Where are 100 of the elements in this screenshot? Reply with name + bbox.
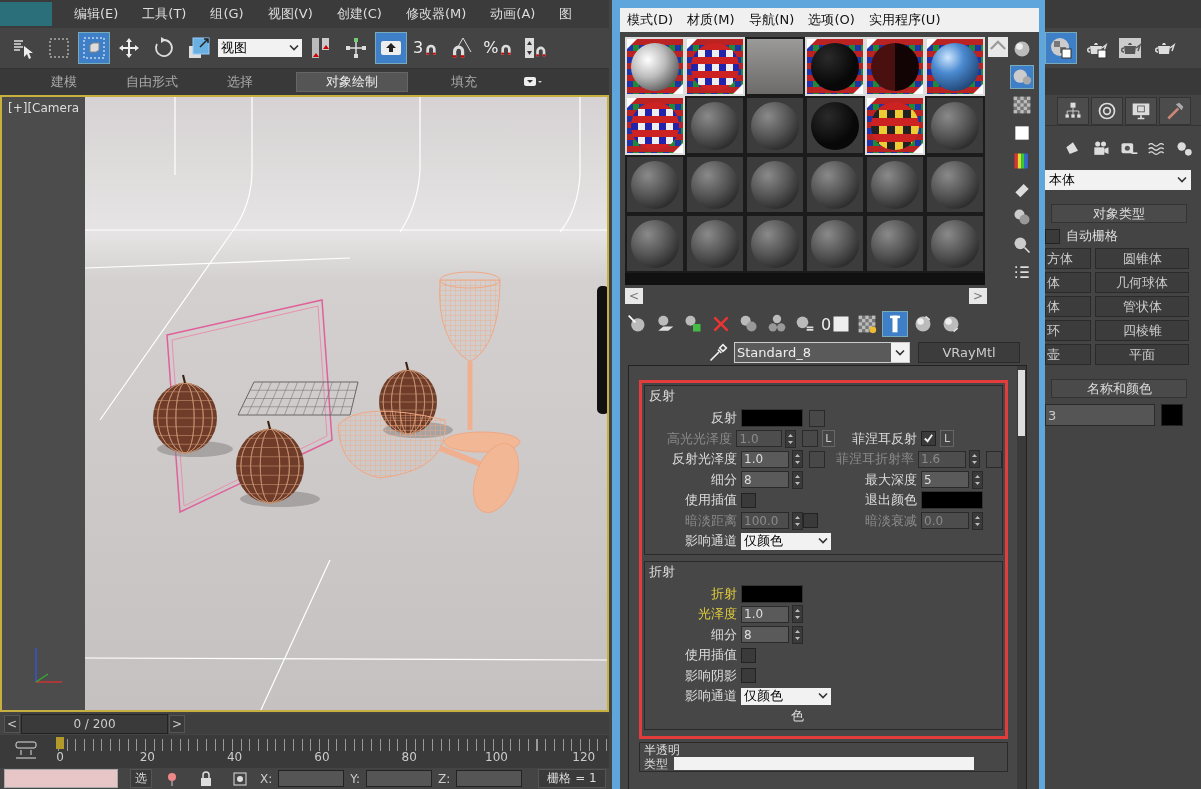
checkbox[interactable] <box>741 492 756 508</box>
checker-sphere-button[interactable] <box>1045 32 1077 64</box>
menu-item[interactable]: 编辑(E) <box>62 4 131 23</box>
category-dropdown[interactable]: 本体 <box>1045 170 1191 190</box>
square-icon <box>1012 123 1032 143</box>
spinner[interactable] <box>785 429 797 448</box>
group-title[interactable]: 反射 <box>649 387 675 405</box>
object-type-button[interactable]: 壶 <box>1045 344 1091 365</box>
dashed-cube-button[interactable] <box>78 31 110 64</box>
number-field[interactable]: 5 <box>921 471 969 489</box>
viewport[interactable]: [+][Camera <box>0 95 609 713</box>
time-slider-thumb[interactable]: 0 / 200 <box>21 713 168 734</box>
name-field[interactable]: 3 <box>1045 404 1155 426</box>
spinner[interactable] <box>792 470 803 489</box>
menu-item[interactable]: 模式(D) <box>620 11 681 29</box>
menu-item[interactable]: 导航(N) <box>741 11 802 29</box>
object-type-button[interactable]: 体 <box>1045 272 1091 293</box>
checkbox[interactable] <box>921 431 936 447</box>
object-type-button[interactable]: 环 <box>1045 320 1091 341</box>
spinner[interactable] <box>792 625 803 644</box>
panel-tab[interactable] <box>1057 97 1089 125</box>
object-type-button[interactable]: 方体 <box>1045 248 1091 269</box>
spinner[interactable] <box>792 511 803 530</box>
material-slot[interactable] <box>745 37 805 96</box>
scrollbar[interactable] <box>1017 366 1026 789</box>
group-title[interactable]: 半透明 <box>644 742 1003 757</box>
frame-number: 60 <box>314 750 330 765</box>
scroll-left-button[interactable]: < <box>625 288 643 304</box>
menu-item[interactable]: 视图(V) <box>255 4 325 23</box>
material-name-field[interactable]: Standard_8 <box>734 342 910 363</box>
color-swatch[interactable] <box>741 584 803 603</box>
color-swatch[interactable] <box>741 409 803 428</box>
checkbox[interactable] <box>1045 228 1060 244</box>
next-frame-button[interactable]: > <box>169 714 185 733</box>
material-sphere <box>931 220 979 268</box>
object-type-button[interactable]: 平面 <box>1095 344 1189 365</box>
number-field[interactable]: 8 <box>741 471 789 489</box>
menu-item[interactable]: 修改器(M) <box>393 4 479 23</box>
object-type-button[interactable]: 几何球体 <box>1095 272 1189 293</box>
object-type-button[interactable]: 圆锥体 <box>1095 248 1189 269</box>
object-type-button[interactable]: 管状体 <box>1095 296 1189 317</box>
pillar-button[interactable] <box>882 311 909 337</box>
number-field[interactable]: 1.0 <box>741 605 789 623</box>
ribbon-tab[interactable]: 自由形式 <box>108 72 196 93</box>
material-sphere <box>631 161 679 209</box>
spinner[interactable] <box>972 511 983 530</box>
parameter-label: 最大深度 <box>864 470 918 489</box>
grid-spacing: 栅格 = 1 <box>538 769 606 789</box>
spinner[interactable] <box>969 450 980 469</box>
spinner[interactable] <box>792 450 803 469</box>
up-arrow-button[interactable] <box>375 31 407 64</box>
menu-item[interactable]: 组(G) <box>198 4 256 23</box>
menu-item[interactable]: 材质(M) <box>680 11 742 29</box>
time-marker[interactable] <box>56 737 64 750</box>
coordinate-field[interactable] <box>278 770 345 788</box>
coordinate-field[interactable] <box>456 770 523 788</box>
magnet-button[interactable]: 3 <box>410 31 443 64</box>
scroll-right-button[interactable]: > <box>969 288 987 304</box>
number-field[interactable]: 1.0 <box>741 450 789 468</box>
menu-item[interactable]: 创建(C) <box>324 4 394 23</box>
hierarchy-icon <box>1063 101 1083 121</box>
dropdown[interactable]: 仅颜色 <box>741 532 831 550</box>
time-slider-track[interactable]: < 0 / 200 > <box>4 713 609 734</box>
panel-tab[interactable] <box>1159 97 1191 125</box>
checkbox[interactable] <box>741 647 756 663</box>
dropdown[interactable]: 仅颜色 <box>741 687 831 705</box>
menu-item[interactable]: 动画(A) <box>478 4 548 23</box>
menu-item[interactable]: 工具(T) <box>130 4 199 23</box>
panel-tab[interactable] <box>1091 97 1123 125</box>
ribbon-tab[interactable]: 建模 <box>20 72 108 93</box>
ribbon-tab[interactable]: 对象绘制 <box>296 72 408 93</box>
parameter-label: 影响通道 <box>684 687 738 706</box>
parameter-label: 暗淡衰减 <box>864 511 918 530</box>
ribbon-tab[interactable]: 选择 <box>196 72 284 93</box>
number-field[interactable]: 8 <box>741 626 789 644</box>
coordinate-field[interactable] <box>366 770 433 788</box>
ribbon-tab[interactable]: 填充 <box>420 72 508 93</box>
group-title[interactable]: 折射 <box>649 562 675 581</box>
square-icon <box>831 314 852 334</box>
previous-frame-button[interactable]: < <box>4 714 20 733</box>
panel-tab[interactable] <box>1125 97 1157 125</box>
square-button[interactable]: 0 <box>820 311 853 337</box>
menu-item[interactable]: 实用程序(U) <box>861 11 948 29</box>
lock-button[interactable]: L <box>940 430 954 448</box>
object-type-button[interactable]: 四棱锥 <box>1095 320 1189 341</box>
color-swatch[interactable] <box>1161 404 1183 426</box>
viewport-label[interactable]: [+][Camera <box>8 101 80 116</box>
view-dropdown[interactable]: 视图 <box>218 38 302 57</box>
menu-item[interactable]: 选项(O) <box>801 11 862 29</box>
spinner[interactable] <box>972 470 983 489</box>
rollout-header[interactable]: 对象类型 <box>1051 204 1187 223</box>
dropdown-icon <box>524 76 542 89</box>
material-type-button[interactable]: VRayMtl <box>918 342 1020 363</box>
checkbox[interactable] <box>741 668 756 684</box>
spinner[interactable] <box>792 605 803 624</box>
object-type-button[interactable]: 体 <box>1045 296 1091 317</box>
color-swatch[interactable] <box>921 491 983 510</box>
menu-item[interactable]: 图 <box>547 4 585 23</box>
rollout-header[interactable]: 名称和颜色 <box>1051 379 1187 398</box>
magnet-button[interactable]: % <box>480 31 518 64</box>
